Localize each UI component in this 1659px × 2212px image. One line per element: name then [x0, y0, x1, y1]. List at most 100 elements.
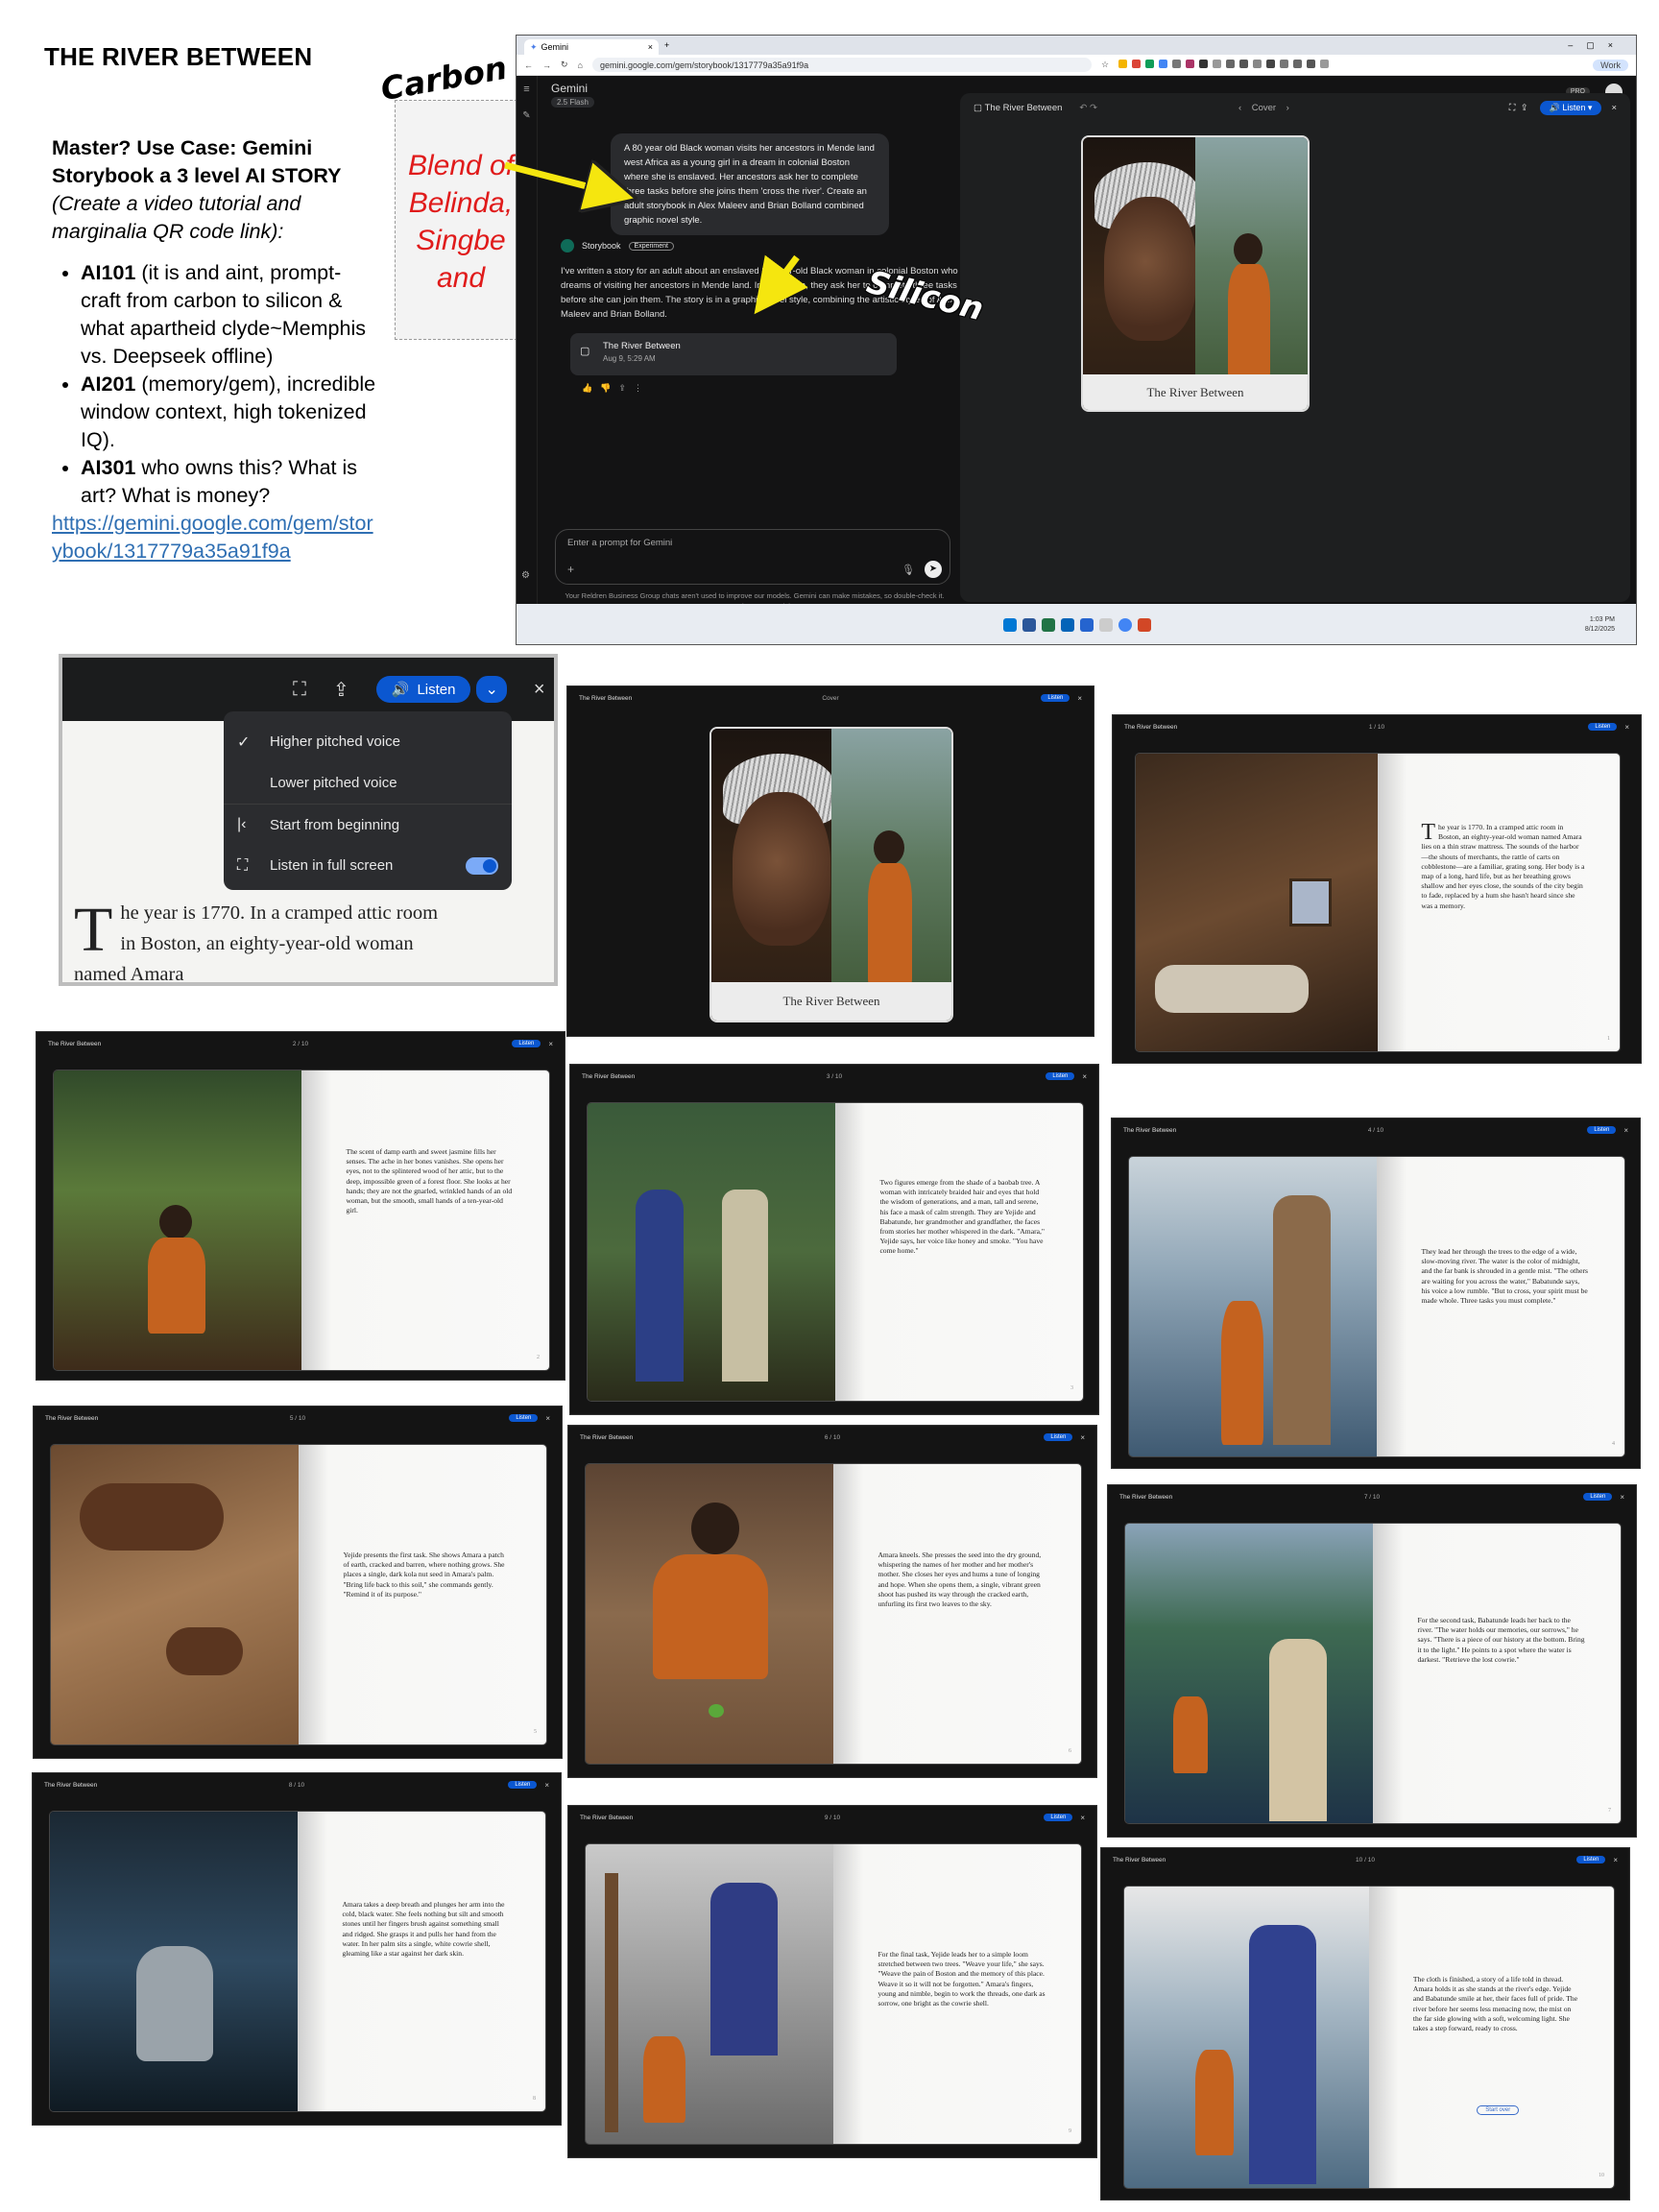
- illustration: [1136, 754, 1378, 1051]
- extensions-icons[interactable]: [1118, 60, 1334, 70]
- share-icon[interactable]: ⇪: [333, 678, 349, 702]
- cover-art-right: [1195, 137, 1308, 410]
- prompt-box[interactable]: Enter a prompt for Gemini + 🎙 ➤: [555, 529, 950, 585]
- close-icon[interactable]: ×: [545, 1414, 550, 1423]
- item-label: AI101: [81, 261, 136, 284]
- gemini-icon: ✦: [530, 41, 538, 52]
- menu-item-full-screen[interactable]: ⛶ Listen in full screen: [224, 845, 512, 886]
- document-title: THE RIVER BETWEEN: [44, 42, 313, 71]
- fullscreen-icon[interactable]: ⛶: [293, 679, 306, 701]
- excel-icon[interactable]: [1042, 618, 1055, 632]
- listen-button[interactable]: 🔊 Listen ▾: [1539, 100, 1602, 115]
- close-icon[interactable]: ×: [1611, 103, 1617, 113]
- app-icon[interactable]: [1022, 618, 1036, 632]
- powerpoint-icon[interactable]: [1138, 618, 1151, 632]
- windows-icon[interactable]: [1003, 618, 1017, 632]
- notes-subheading: (Create a video tutorial and marginalia …: [52, 192, 301, 243]
- close-icon[interactable]: ×: [1080, 1433, 1085, 1442]
- chrome-icon[interactable]: [1118, 618, 1132, 632]
- close-icon[interactable]: ×: [1620, 1493, 1624, 1502]
- item-label: AI301: [81, 456, 136, 479]
- listen-button[interactable]: 🔊 Listen: [375, 676, 471, 703]
- storybook-link[interactable]: https://gemini.google.com/gem/storybook/…: [52, 510, 378, 565]
- arrow-icon: [754, 254, 808, 315]
- profile-button[interactable]: Work: [1593, 59, 1628, 71]
- word-icon[interactable]: [1080, 618, 1094, 632]
- feedback-icons[interactable]: 👍👎⇪⋮: [582, 383, 650, 394]
- forward-icon[interactable]: →: [542, 60, 551, 70]
- listen-button[interactable]: Listen: [512, 1040, 541, 1047]
- close-icon[interactable]: ×: [1613, 1856, 1618, 1864]
- listen-button[interactable]: Listen: [1041, 694, 1070, 702]
- close-icon[interactable]: ×: [1623, 1126, 1628, 1135]
- close-icon[interactable]: ×: [648, 42, 653, 52]
- listen-button[interactable]: Listen: [1044, 1433, 1073, 1441]
- panel-page-2: The River Between 2 / 10 Listen × The scent…: [36, 1031, 565, 1381]
- menu-icon[interactable]: ≡: [517, 84, 537, 95]
- listen-button[interactable]: Listen: [508, 1781, 538, 1789]
- cover-title: The River Between: [1083, 374, 1308, 410]
- listen-button[interactable]: Listen: [1588, 723, 1618, 731]
- window-controls[interactable]: –▢×: [1568, 40, 1626, 51]
- panel-page-8: The River Between 8 / 10 Listen × Amara tak…: [32, 1772, 562, 2126]
- edit-icon[interactable]: ✎: [517, 110, 537, 121]
- panel-page-6: The River Between 6 / 10 Listen × Amara kne…: [567, 1425, 1097, 1778]
- panel-page-4: The River Between 4 / 10 Listen × They lead…: [1111, 1118, 1641, 1469]
- menu-item-lower-voice[interactable]: Lower pitched voice: [224, 762, 512, 804]
- outlook-icon[interactable]: [1061, 618, 1074, 632]
- bot-header: Storybook Experiment: [561, 239, 674, 252]
- book-cover[interactable]: The River Between: [711, 729, 951, 1021]
- close-icon[interactable]: ×: [534, 679, 545, 701]
- list-item: AI301 who owns this? What is art? What i…: [81, 454, 378, 510]
- full-screen-toggle[interactable]: [466, 856, 498, 875]
- menu-item-higher-voice[interactable]: ✓ Higher pitched voice: [224, 721, 512, 762]
- listen-button[interactable]: Listen: [1583, 1493, 1613, 1501]
- experiment-badge: Experiment: [628, 241, 674, 251]
- url-field[interactable]: gemini.google.com/gem/storybook/1317779a…: [591, 58, 1092, 72]
- reload-icon[interactable]: ↻: [561, 60, 568, 70]
- listen-button[interactable]: Listen: [509, 1414, 539, 1422]
- close-icon[interactable]: ×: [544, 1781, 549, 1790]
- fullscreen-icon[interactable]: ⛶ ⇪: [1509, 103, 1528, 113]
- chevron-down-icon[interactable]: ⌄: [476, 676, 507, 703]
- listen-button[interactable]: Listen: [1044, 1814, 1073, 1821]
- book-spread: The year is 1770. In a cramped attic roo…: [1136, 754, 1620, 1051]
- listen-button[interactable]: Listen: [1587, 1126, 1617, 1134]
- close-icon[interactable]: ×: [1624, 723, 1629, 732]
- close-icon[interactable]: ×: [1082, 1072, 1087, 1081]
- new-tab-icon[interactable]: +: [664, 40, 669, 50]
- star-icon[interactable]: ☆: [1101, 60, 1109, 70]
- undo-icon[interactable]: ↶ ↷: [1079, 103, 1097, 113]
- menu-item-start-beginning[interactable]: |‹ Start from beginning: [224, 804, 512, 845]
- start-over-button[interactable]: Start over: [1477, 2105, 1520, 2115]
- book-cover[interactable]: The River Between: [1083, 137, 1308, 410]
- panel-page-7: The River Between 7 / 10 Listen × For the s…: [1107, 1484, 1637, 1838]
- story-card[interactable]: ▢ The River Between Aug 9, 5:29 AM: [570, 333, 897, 375]
- prompt-input[interactable]: Enter a prompt for Gemini: [567, 538, 938, 548]
- add-icon[interactable]: +: [567, 563, 574, 576]
- close-icon[interactable]: ×: [1077, 694, 1082, 703]
- carbon-callout: Carbon: [377, 48, 510, 108]
- canvas-title: The River Between: [984, 102, 1063, 113]
- canvas-toolbar: ▢ The River Between ↶ ↷ ‹ Cover › ⛶ ⇪ 🔊 …: [960, 93, 1630, 122]
- home-icon[interactable]: ⌂: [578, 60, 583, 70]
- back-icon[interactable]: ←: [524, 60, 533, 70]
- close-icon[interactable]: ×: [548, 1040, 553, 1048]
- panel-page-9: The River Between 9 / 10 Listen × For the f…: [567, 1805, 1097, 2158]
- panel-page-5: The River Between 5 / 10 Listen × Yejide pr…: [33, 1406, 563, 1759]
- page-nav[interactable]: ‹ Cover ›: [1238, 103, 1289, 113]
- settings-icon[interactable]: ⚙: [521, 570, 530, 581]
- mic-icon[interactable]: 🎙: [902, 564, 915, 576]
- panel-page-10: The River Between 10 / 10 Listen × The clot…: [1100, 1847, 1630, 2200]
- send-icon[interactable]: ➤: [925, 561, 942, 578]
- listen-button[interactable]: Listen: [1576, 1856, 1606, 1863]
- tab-label: Gemini: [541, 42, 569, 52]
- tab-gemini[interactable]: ✦ Gemini ×: [524, 39, 659, 55]
- cover-title: The River Between: [711, 982, 951, 1021]
- clock: 1:03 PM 8/12/2025: [1584, 616, 1615, 633]
- close-icon[interactable]: ×: [1080, 1814, 1085, 1822]
- page-text: The year is 1770. In a cramped attic roo…: [74, 895, 439, 985]
- ai-icon[interactable]: [1099, 618, 1113, 632]
- tab-bar: ✦ Gemini × + –▢×: [517, 36, 1636, 55]
- listen-button[interactable]: Listen: [1046, 1072, 1075, 1080]
